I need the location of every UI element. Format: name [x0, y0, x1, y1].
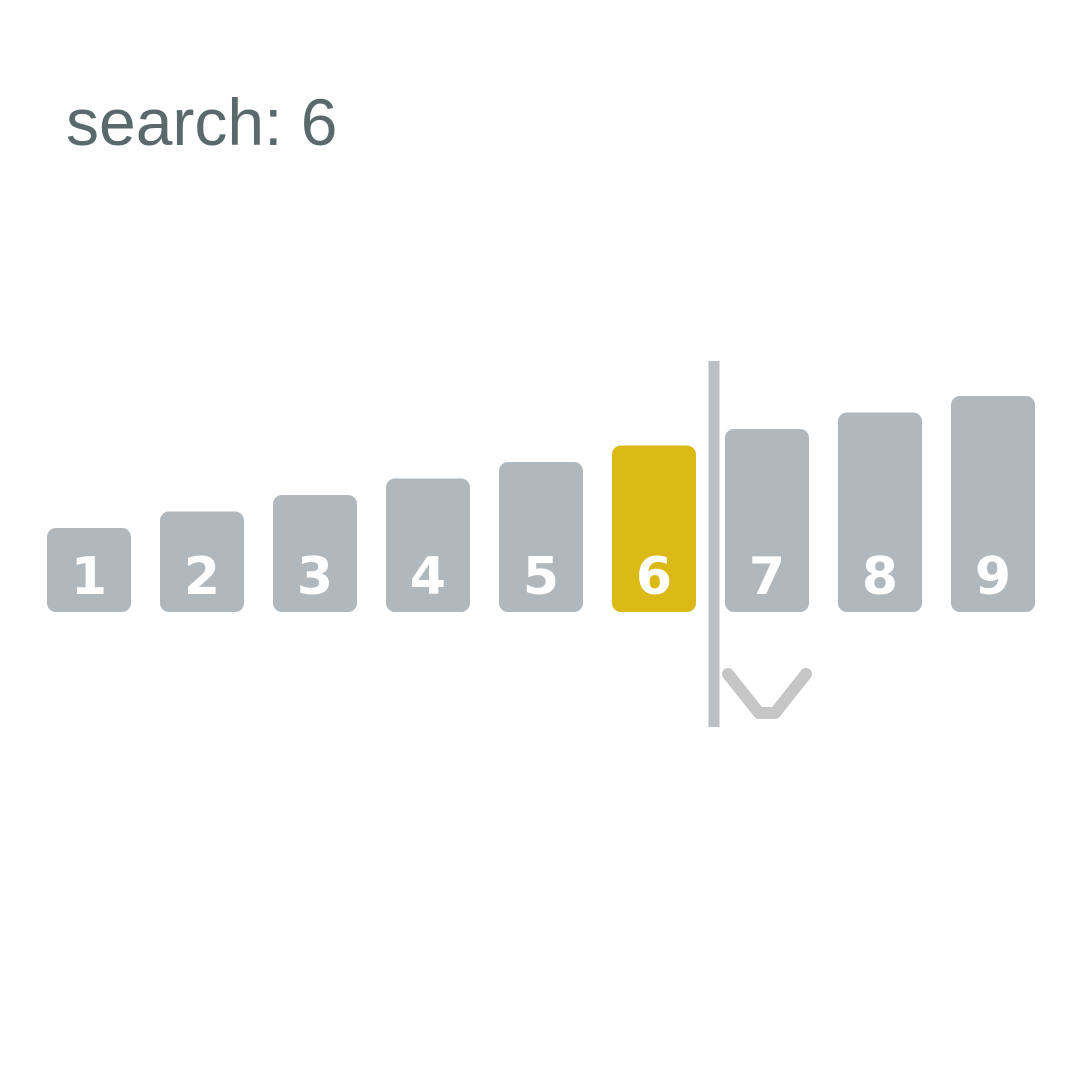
array-bar-label: 9 — [975, 547, 1011, 607]
array-bar-label: 8 — [862, 547, 898, 607]
array-bars-diagram: 1 2 3 4 5 6 7 8 9 — [47, 361, 1035, 727]
pointer-chevron-icon — [722, 668, 812, 719]
binary-search-stage: search: 6 123456789 — [0, 0, 1080, 1080]
array-bar-label: 1 — [71, 547, 107, 607]
array-bar-label: 7 — [749, 547, 785, 607]
array-bar-label: 5 — [523, 547, 559, 607]
array-bar-label: 6 — [636, 547, 672, 607]
array-bar-label: 4 — [410, 547, 446, 607]
search-divider-line — [708, 361, 720, 727]
array-bar-label: 3 — [297, 547, 333, 607]
array-bar-label: 2 — [184, 547, 220, 607]
